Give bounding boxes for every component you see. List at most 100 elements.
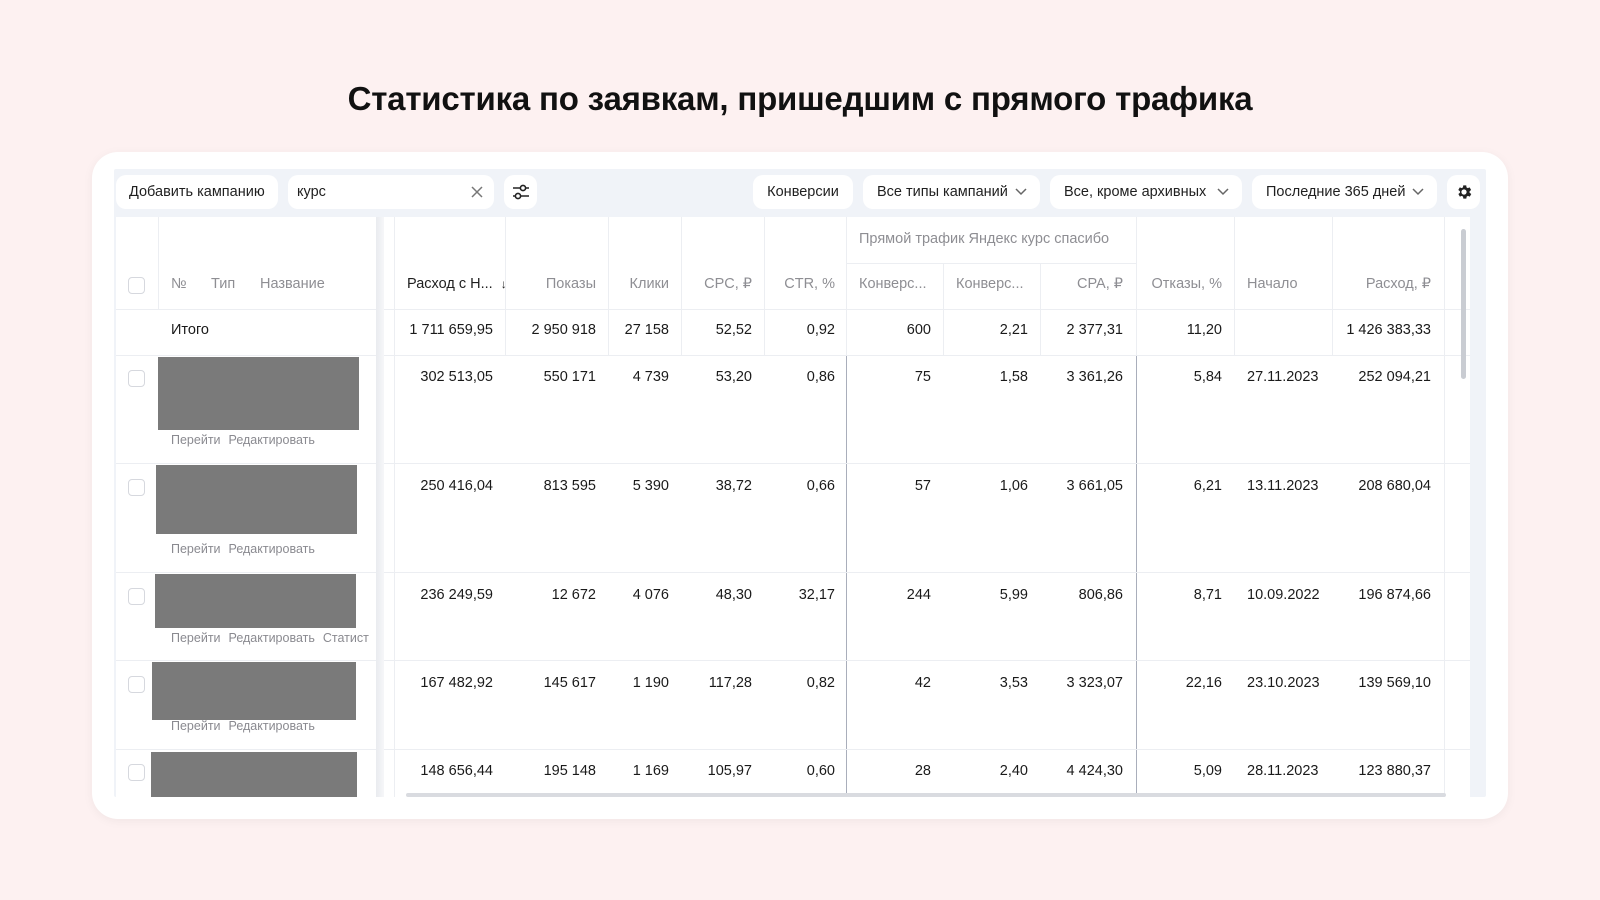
col-header-cpa[interactable]: CPA, ₽ [1043, 276, 1123, 292]
col-header-name[interactable]: Название [260, 276, 325, 292]
row-divider [116, 463, 1470, 464]
row-checkbox[interactable] [128, 676, 145, 693]
cell-cpc: 105,97 [707, 763, 752, 779]
cell-cpa: 806,86 [1078, 587, 1123, 603]
cell-start: 28.11.2023 [1247, 763, 1319, 779]
col-divider [158, 217, 159, 309]
cell-cpa: 3 361,26 [1066, 369, 1123, 385]
sliders-icon [512, 184, 529, 200]
edit-link[interactable]: Редактировать [229, 542, 315, 556]
total-cpa: 2 377,31 [1066, 322, 1123, 338]
row-divider [846, 263, 1136, 264]
col-divider [846, 217, 847, 355]
conversions-button[interactable]: Конверсии [753, 175, 853, 209]
cell-start: 13.11.2023 [1247, 478, 1319, 494]
cell-cpa: 3 323,07 [1066, 675, 1123, 691]
row-checkbox[interactable] [128, 479, 145, 496]
go-to-link[interactable]: Перейти [171, 719, 221, 733]
cell-clicks: 5 390 [632, 478, 669, 494]
cell-bounces: 5,09 [1193, 763, 1222, 779]
period-value: Последние 365 дней [1266, 184, 1406, 200]
cell-spend-vat: 250 416,04 [420, 478, 493, 494]
go-to-link[interactable]: Перейти [171, 542, 221, 556]
total-impressions: 2 950 918 [531, 322, 596, 338]
cell-ctr: 32,17 [798, 587, 835, 603]
col-header-bounces[interactable]: Отказы, % [1139, 276, 1222, 292]
col-header-spend[interactable]: Расход, ₽ [1335, 276, 1431, 292]
cell-spend: 208 680,04 [1358, 478, 1431, 494]
row-checkbox[interactable] [128, 764, 145, 781]
col-header-spend-vat[interactable]: Расход с Н... ↓ [407, 276, 507, 292]
cell-start: 10.09.2022 [1247, 587, 1320, 603]
filter-settings-button[interactable] [504, 175, 537, 209]
total-cpc: 52,52 [715, 322, 752, 338]
total-clicks: 27 158 [624, 322, 669, 338]
cell-impressions: 195 148 [543, 763, 596, 779]
cell-impressions: 145 617 [543, 675, 596, 691]
conversion-goal-header: Прямой трафик Яндекс курс спасибо [859, 231, 1110, 247]
archive-filter-select[interactable]: Все, кроме архивных [1050, 175, 1242, 209]
go-to-link[interactable]: Перейти [171, 433, 221, 447]
col-divider [1234, 217, 1235, 355]
cell-conversions: 28 [914, 763, 931, 779]
col-header-ctr[interactable]: CTR, % [767, 276, 835, 292]
col-header-impressions[interactable]: Показы [508, 276, 596, 292]
col-divider [394, 217, 395, 797]
cell-bounces: 8,71 [1193, 587, 1222, 603]
add-campaign-button[interactable]: Добавить кампанию [116, 175, 278, 209]
cell-conversions: 42 [914, 675, 931, 691]
settings-button[interactable] [1447, 175, 1480, 209]
total-conversions: 600 [906, 322, 931, 338]
cell-spend-vat: 302 513,05 [420, 369, 493, 385]
row-actions: Перейти Редактировать [171, 719, 331, 733]
clear-search-icon[interactable] [468, 183, 486, 201]
sort-desc-icon: ↓ [500, 277, 507, 291]
campaign-types-select[interactable]: Все типы кампаний [863, 175, 1040, 209]
col-header-conversions[interactable]: Конверс... [859, 276, 927, 292]
period-select[interactable]: Последние 365 дней [1252, 175, 1437, 209]
cell-cpc: 38,72 [715, 478, 752, 494]
cell-bounces: 5,84 [1193, 369, 1222, 385]
cell-cpc: 48,30 [715, 587, 752, 603]
cell-start: 27.11.2023 [1247, 369, 1319, 385]
cell-start: 23.10.2023 [1247, 675, 1320, 691]
col-header-start[interactable]: Начало [1247, 276, 1298, 292]
row-divider [116, 572, 1470, 573]
row-divider [116, 660, 1470, 661]
redacted-campaign-name [152, 662, 356, 720]
edit-link[interactable]: Редактировать [229, 433, 315, 447]
row-checkbox[interactable] [128, 588, 145, 605]
edit-link[interactable]: Редактировать [229, 631, 315, 645]
horizontal-scrollbar[interactable] [406, 793, 1446, 797]
chevron-down-icon [1015, 188, 1027, 196]
cell-conversions: 244 [906, 587, 931, 603]
cell-clicks: 1 190 [632, 675, 669, 691]
edit-link[interactable]: Редактировать [229, 719, 315, 733]
col-divider [1136, 355, 1137, 797]
cell-impressions: 813 595 [543, 478, 596, 494]
col-divider [764, 217, 765, 355]
col-header-num[interactable]: № [171, 276, 187, 292]
cell-impressions: 12 672 [551, 587, 596, 603]
cell-conv-rate: 1,58 [999, 369, 1028, 385]
col-header-cpc[interactable]: CPC, ₽ [684, 276, 752, 292]
cell-ctr: 0,82 [806, 675, 835, 691]
search-input[interactable]: курс [288, 175, 494, 209]
go-to-link[interactable]: Перейти [171, 631, 221, 645]
row-checkbox[interactable] [128, 370, 145, 387]
col-divider [681, 217, 682, 355]
col-header-clicks[interactable]: Клики [611, 276, 669, 292]
page-title: Статистика по заявкам, пришедшим с прямо… [347, 80, 1253, 117]
vertical-scrollbar[interactable] [1461, 229, 1466, 379]
cell-conv-rate: 5,99 [999, 587, 1028, 603]
stats-link[interactable]: Статист [323, 631, 369, 645]
col-divider [1136, 217, 1137, 355]
cell-clicks: 4 739 [632, 369, 669, 385]
col-divider [846, 355, 847, 797]
col-divider [1332, 217, 1333, 355]
col-header-conv-rate[interactable]: Конверс... [956, 276, 1024, 292]
col-header-type[interactable]: Тип [211, 276, 235, 292]
col-header-spend-vat-label: Расход с Н... [407, 276, 493, 292]
cell-clicks: 1 169 [632, 763, 669, 779]
select-all-checkbox[interactable] [128, 277, 145, 294]
